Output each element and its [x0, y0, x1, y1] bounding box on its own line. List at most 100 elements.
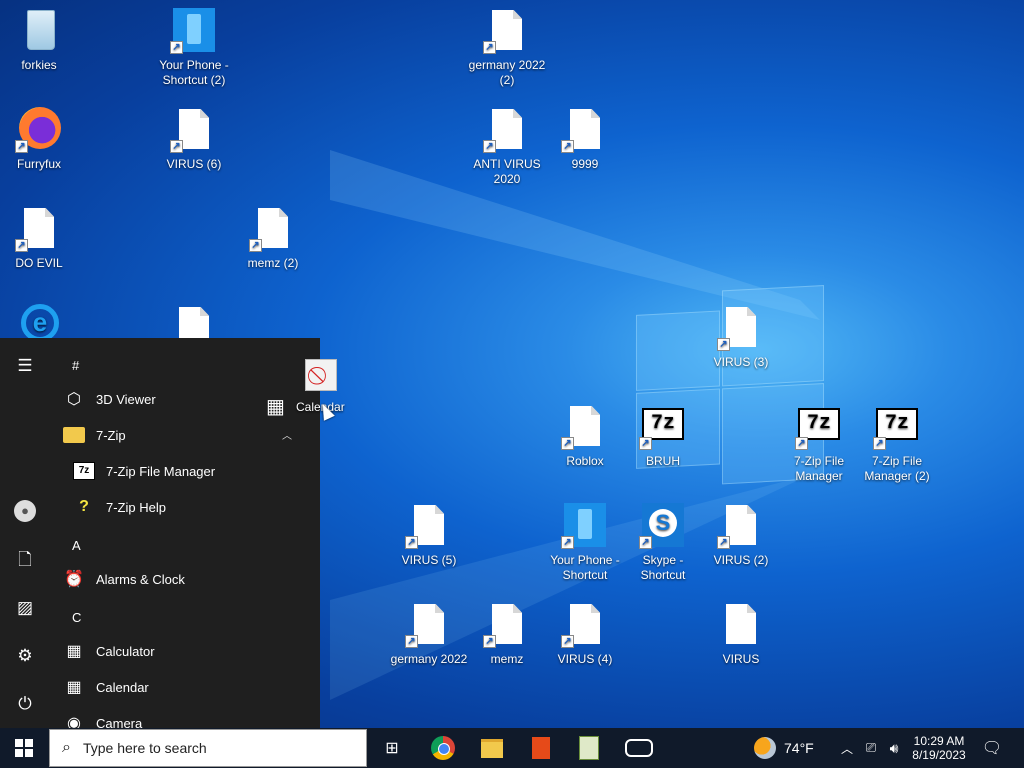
shortcut-arrow-icon: ↗	[170, 41, 183, 54]
file-icon	[726, 505, 756, 545]
desktop-icon-your-phone-2[interactable]: ↗ Your Phone - Shortcut (2)	[155, 8, 233, 88]
desktop-icon-forkies[interactable]: forkies	[0, 8, 78, 73]
pictures-icon[interactable]: ▨	[13, 596, 37, 620]
notification-icon: 🗨︎	[981, 740, 1003, 757]
desktop-icon-virus-4[interactable]: ↗ VIRUS (4)	[546, 602, 624, 667]
app-label: Camera	[96, 715, 143, 729]
windows-logo-icon	[15, 739, 33, 757]
chrome-taskbar-button[interactable]	[422, 728, 464, 768]
desktop-icon-bruh[interactable]: 7z ↗ BRUH	[624, 404, 702, 469]
file-explorer-taskbar-button[interactable]	[471, 728, 513, 768]
action-center-button[interactable]: 🗨︎	[980, 728, 1004, 768]
shortcut-arrow-icon: ↗	[561, 437, 574, 450]
app-alarms-clock[interactable]: ⏰ Alarms & Clock	[62, 563, 312, 595]
office-taskbar-button[interactable]	[520, 728, 562, 768]
section-header-c[interactable]: C	[72, 610, 81, 625]
app-label: 3D Viewer	[96, 391, 156, 407]
desktop-icon-skype[interactable]: S ↗ Skype - Shortcut	[624, 503, 702, 583]
office-icon	[532, 737, 550, 759]
help-file-icon: ?	[79, 498, 89, 515]
desktop-icon-label: forkies	[21, 58, 57, 72]
shortcut-arrow-icon: ↗	[249, 239, 262, 252]
file-icon	[414, 604, 444, 644]
network-button[interactable]: ⎚	[862, 728, 880, 768]
show-hidden-icons-button[interactable]: ︿	[838, 728, 856, 768]
calendar-icon: ▦	[266, 396, 285, 418]
desktop-icon-your-phone[interactable]: ↗ Your Phone - Shortcut	[546, 503, 624, 583]
desktop-icon-memz[interactable]: ↗ memz	[468, 602, 546, 667]
app-calculator[interactable]: ▦ Calculator	[62, 635, 312, 667]
desktop-icon-label: 9999	[571, 157, 599, 171]
start-button[interactable]	[0, 728, 48, 768]
desktop-icon-label: Furryfux	[16, 157, 61, 171]
task-view-icon: ⊞	[385, 740, 399, 757]
file-icon	[414, 505, 444, 545]
shortcut-arrow-icon: ↗	[561, 536, 574, 549]
desktop-icon-virus-5[interactable]: ↗ VIRUS (5)	[390, 503, 468, 568]
desktop-icon-9999[interactable]: ↗ 9999	[546, 107, 624, 172]
documents-icon[interactable]: 🗋	[13, 548, 37, 572]
settings-gear-icon[interactable]: ⚙	[13, 644, 37, 668]
file-icon	[492, 109, 522, 149]
desktop-icon-virus[interactable]: VIRUS	[702, 602, 780, 667]
taskbar-search-box[interactable]: ⌕ Type here to search	[49, 729, 367, 767]
file-icon	[492, 10, 522, 50]
desktop-icon-label: VIRUS (6)	[166, 157, 222, 171]
shortcut-arrow-icon: ↗	[561, 140, 574, 153]
desktop-icon-label: ANTI VIRUS 2020	[473, 157, 541, 186]
shortcut-arrow-icon: ↗	[15, 239, 28, 252]
clock-date: 8/19/2023	[912, 748, 966, 762]
desktop-icon-roblox[interactable]: ↗ Roblox	[546, 404, 624, 469]
hamburger-menu-icon[interactable]: ☰	[13, 354, 37, 378]
power-icon[interactable]: ⏻	[13, 692, 37, 716]
taskbar: ⌕ Type here to search ⊞ 74°F ︿ ⎚ 🔊︎ 10:2…	[0, 728, 1024, 768]
shortcut-arrow-icon: ↗	[717, 536, 730, 549]
app-folder-7zip[interactable]: 7-Zip ︿	[62, 419, 312, 451]
file-icon	[570, 109, 600, 149]
desktop-icon-label: Your Phone - Shortcut	[550, 553, 620, 582]
desktop-icon-7zip-file-manager-2[interactable]: 7z ↗ 7-Zip File Manager (2)	[858, 404, 936, 484]
desktop-icon-label: VIRUS (4)	[557, 652, 613, 666]
internet-explorer-icon: e	[21, 304, 59, 342]
weather-widget[interactable]: 74°F	[754, 728, 814, 768]
cube-icon: ⬡	[67, 391, 81, 408]
shortcut-arrow-icon: ↗	[483, 41, 496, 54]
search-placeholder: Type here to search	[82, 740, 207, 756]
folder-icon	[62, 423, 86, 447]
desktop-icon-label: BRUH	[645, 454, 680, 468]
notepad-taskbar-button[interactable]	[568, 728, 610, 768]
user-account-icon[interactable]: ●	[14, 500, 36, 522]
desktop-icon-virus-2[interactable]: ↗ VIRUS (2)	[702, 503, 780, 568]
desktop-icon-virus-6[interactable]: ↗ VIRUS (6)	[155, 107, 233, 172]
7zip-icon: 7z	[72, 459, 96, 483]
volume-button[interactable]: 🔊︎	[884, 728, 904, 768]
calendar-icon: ▦	[66, 679, 82, 696]
desktop-icon-label: DO EVIL	[15, 256, 63, 270]
shortcut-arrow-icon: ↗	[405, 635, 418, 648]
section-header-hash[interactable]: #	[72, 358, 79, 373]
app-calendar[interactable]: ▦ Calendar	[62, 671, 312, 703]
desktop-icon-anti-virus-2020[interactable]: ↗ ANTI VIRUS 2020	[468, 107, 546, 187]
chevron-up-icon: ︿	[282, 431, 292, 442]
desktop-icon-memz-2[interactable]: ↗ memz (2)	[234, 206, 312, 271]
desktop-icon-label: Roblox	[566, 454, 604, 468]
app-7zip-file-manager[interactable]: 7z 7-Zip File Manager	[72, 455, 320, 487]
desktop-icon-do-evil[interactable]: ↗ DO EVIL	[0, 206, 78, 271]
shortcut-arrow-icon: ↗	[639, 536, 652, 549]
shortcut-arrow-icon: ↗	[170, 140, 183, 153]
clock-button[interactable]: 10:29 AM 8/19/2023	[908, 728, 970, 768]
file-icon	[179, 109, 209, 149]
app-7zip-help[interactable]: ? 7-Zip Help	[72, 491, 320, 523]
desktop-icon-germany-2022[interactable]: ↗ germany 2022	[390, 602, 468, 667]
section-header-a[interactable]: A	[72, 538, 81, 553]
desktop-icon-virus-3[interactable]: ↗ VIRUS (3)	[702, 305, 780, 370]
desktop-icon-label: memz	[490, 652, 524, 666]
notepad-icon	[579, 736, 599, 760]
desktop-icon-7zip-file-manager[interactable]: 7z ↗ 7-Zip File Manager	[780, 404, 858, 484]
app-camera[interactable]: ◉ Camera	[62, 707, 312, 728]
mixed-reality-taskbar-button[interactable]	[618, 728, 660, 768]
task-view-button[interactable]: ⊞	[372, 728, 412, 768]
desktop-icon-furryfux[interactable]: ↗ Furryfux	[0, 107, 78, 172]
desktop-icon-label: VIRUS (5)	[401, 553, 457, 567]
desktop-icon-germany-2022-2[interactable]: ↗ germany 2022 (2)	[468, 8, 546, 88]
